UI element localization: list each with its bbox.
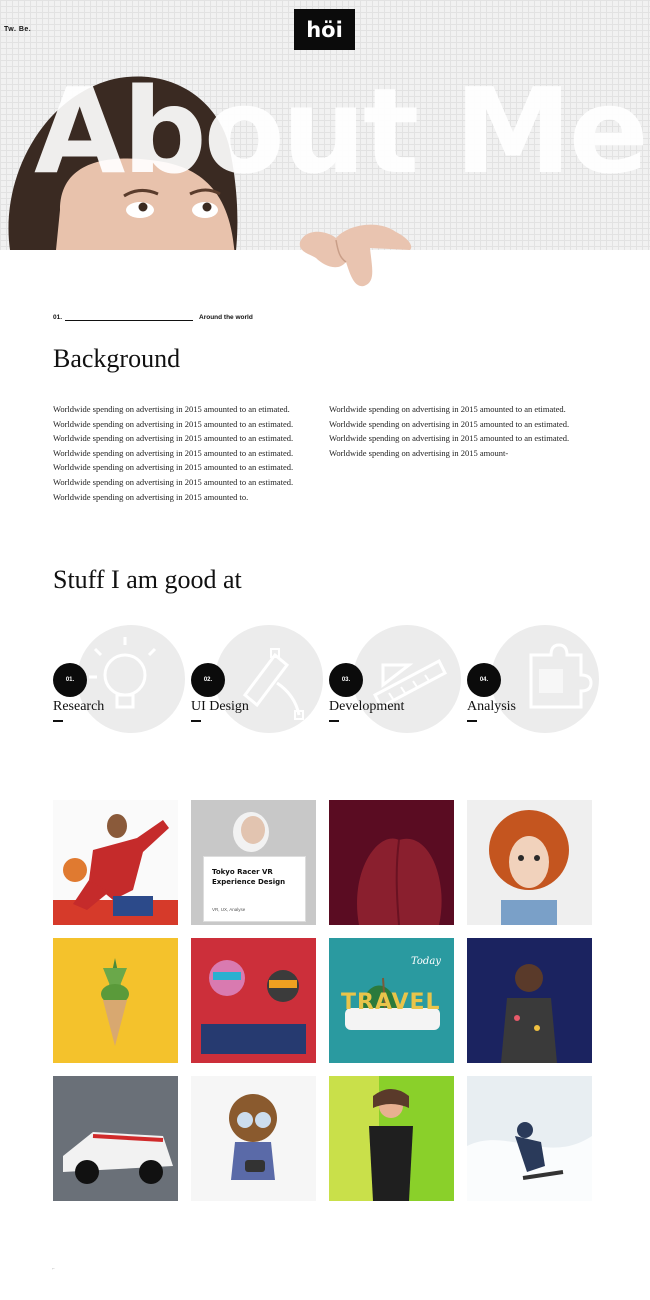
background-paragraph-left: Worldwide spending on advertising in 201… xyxy=(53,404,294,502)
hand-image xyxy=(299,224,412,287)
project-tags: VR, UX, Analyse xyxy=(212,907,246,912)
social-links[interactable]: Tw. Be. xyxy=(4,26,31,33)
snowboarder-photo[interactable] xyxy=(467,1076,592,1201)
skill-analysis[interactable]: 04. Analysis xyxy=(467,625,602,735)
skill-development-bg xyxy=(353,625,461,733)
skill-label: UI Design xyxy=(191,699,249,714)
cartoon-pilot-photo[interactable] xyxy=(191,1076,316,1201)
kicker-text: Around the world xyxy=(199,314,253,321)
skill-research-bg xyxy=(77,625,185,733)
skill-underline xyxy=(467,720,477,722)
travel-phone-photo[interactable]: TRAVEL Today xyxy=(329,938,454,1063)
skill-label: Research xyxy=(53,699,105,714)
travel-title: TRAVEL xyxy=(341,990,441,1015)
skill-number: 03. xyxy=(329,663,363,697)
skill-ui-design-bg xyxy=(215,625,323,733)
skill-number: 02. xyxy=(191,663,225,697)
kids-glasses-photo[interactable] xyxy=(191,938,316,1063)
hero-banner: Tw. Be. höi About Me xyxy=(0,0,650,250)
skill-underline xyxy=(191,720,201,722)
project-title: Tokyo Racer VR Experience Design xyxy=(212,868,286,886)
page-title: About Me xyxy=(34,62,649,200)
site-logo[interactable]: höi xyxy=(294,9,355,50)
footer-mark: ⌐ xyxy=(52,1266,55,1272)
lightbulb-icon xyxy=(89,637,157,709)
section-kicker: 01. Around the world xyxy=(53,314,253,326)
vr-design-card[interactable]: Tokyo Racer VR Experience Design VR, UX,… xyxy=(191,800,316,925)
pineapple-cone-photo[interactable] xyxy=(53,938,178,1063)
puzzle-icon xyxy=(529,643,593,709)
neon-woman-photo[interactable] xyxy=(329,1076,454,1201)
skill-underline xyxy=(329,720,339,722)
skills-heading: Stuff I am good at xyxy=(53,565,242,594)
speaker-stage-photo[interactable] xyxy=(467,938,592,1063)
travel-script: Today xyxy=(411,956,441,967)
section-number: 01. xyxy=(53,314,63,321)
red-fruit-photo[interactable] xyxy=(329,800,454,925)
ruler-icon xyxy=(373,658,447,710)
skill-label: Development xyxy=(329,699,405,714)
skill-number: 04. xyxy=(467,663,501,697)
skill-underline xyxy=(53,720,63,722)
background-heading: Background xyxy=(53,344,181,373)
project-card[interactable]: Tokyo Racer VR Experience Design VR, UX,… xyxy=(203,856,306,922)
kicker-divider xyxy=(65,320,193,321)
vector-pen-icon xyxy=(242,648,304,720)
skill-development[interactable]: 03. Development xyxy=(329,625,464,735)
skill-research[interactable]: 01. Research xyxy=(53,625,188,735)
skill-ui-design[interactable]: 02. UI Design xyxy=(191,625,326,735)
basketball-player-photo[interactable] xyxy=(53,800,178,925)
race-car-photo[interactable] xyxy=(53,1076,178,1201)
skill-label: Analysis xyxy=(467,699,516,714)
skill-analysis-bg xyxy=(491,625,599,733)
skill-number: 01. xyxy=(53,663,87,697)
curly-hair-girl-photo[interactable] xyxy=(467,800,592,925)
background-paragraph-right: Worldwide spending on advertising in 201… xyxy=(329,404,570,458)
